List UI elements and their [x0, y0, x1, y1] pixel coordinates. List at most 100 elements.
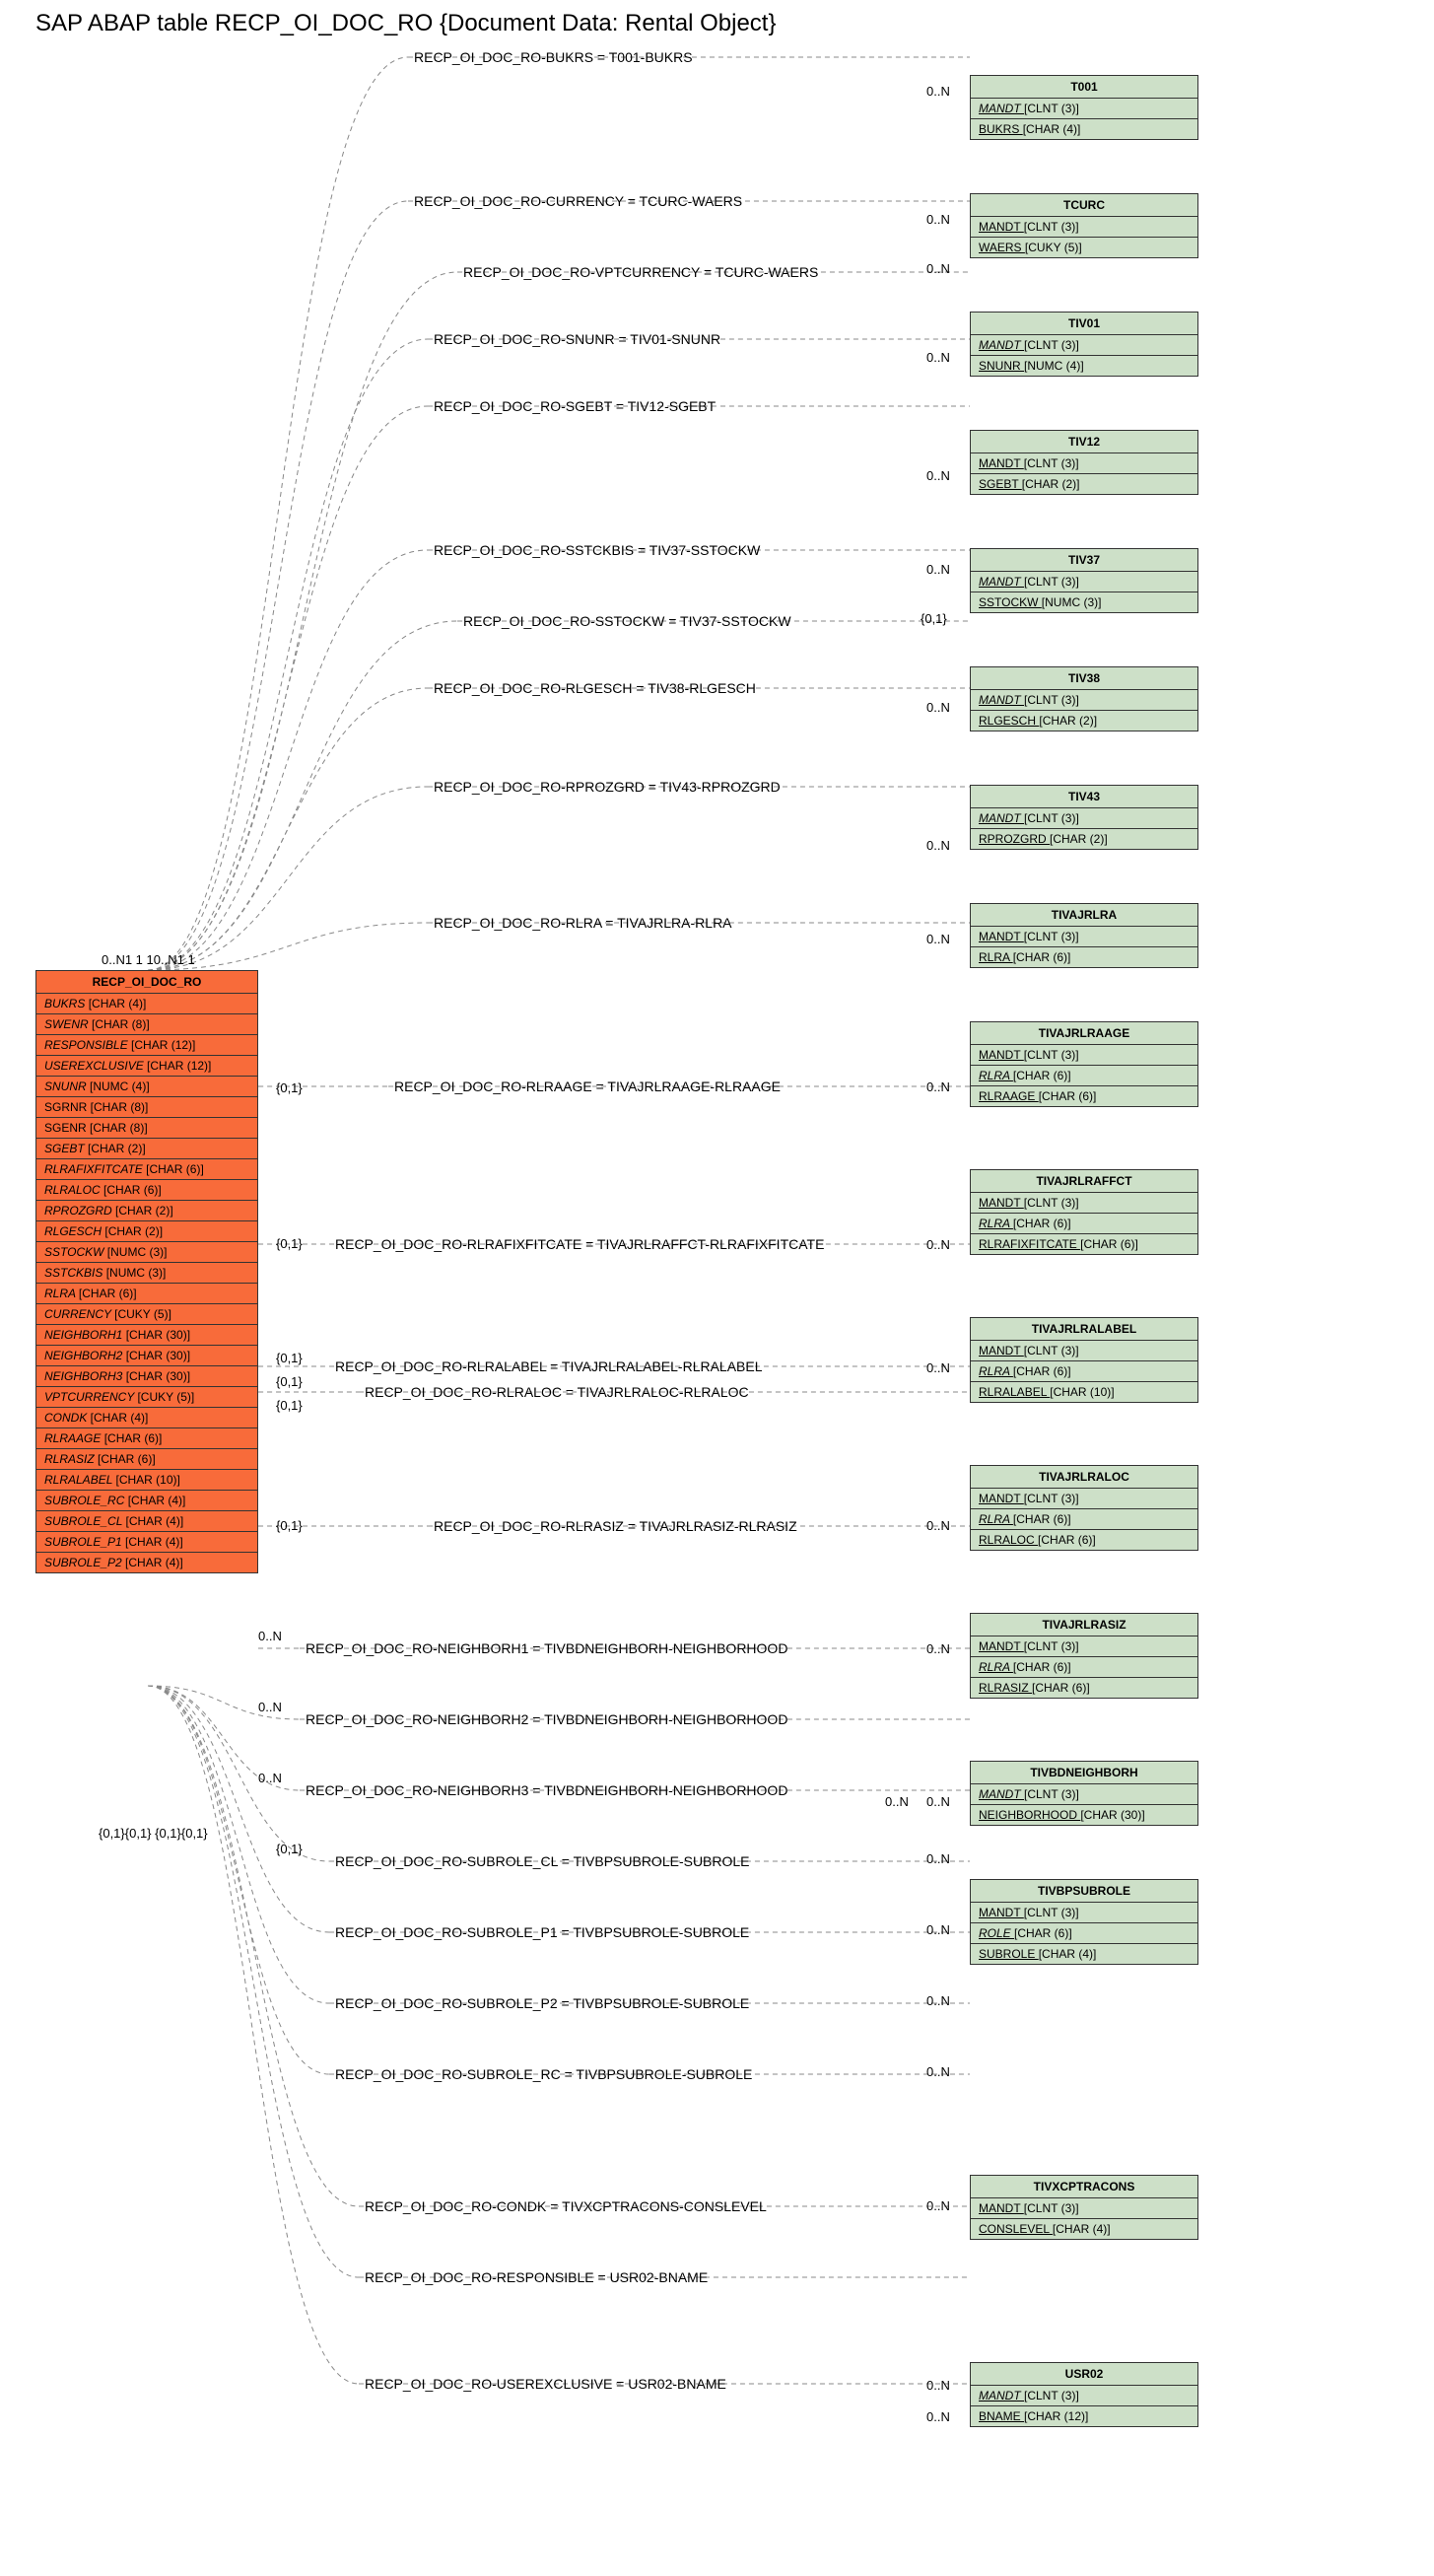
entity-header: USR02	[971, 2363, 1197, 2386]
relation-label: RECP_OI_DOC_RO-SUBROLE_CL = TIVBPSUBROLE…	[335, 1853, 750, 1869]
field-mandt: MANDT [CLNT (3)]	[971, 2198, 1197, 2219]
cardinality-label: 0..N	[926, 562, 950, 577]
cardinality-label: 0..N	[926, 1794, 950, 1809]
relation-label: RECP_OI_DOC_RO-RLRASIZ = TIVAJRLRASIZ-RL…	[434, 1518, 797, 1534]
relation-label: RECP_OI_DOC_RO-SSTOCKW = TIV37-SSTOCKW	[463, 613, 791, 629]
field-conslevel: CONSLEVEL [CHAR (4)]	[971, 2219, 1197, 2239]
field-neighborhood: NEIGHBORHOOD [CHAR (30)]	[971, 1805, 1197, 1825]
field-rlgesch: RLGESCH [CHAR (2)]	[36, 1221, 257, 1242]
entity-tivxcptracons: TIVXCPTRACONSMANDT [CLNT (3)]CONSLEVEL […	[970, 2175, 1198, 2240]
field-mandt: MANDT [CLNT (3)]	[971, 1784, 1197, 1805]
relation-label: RECP_OI_DOC_RO-RLRA = TIVAJRLRA-RLRA	[434, 915, 732, 931]
field-mandt: MANDT [CLNT (3)]	[971, 1193, 1197, 1214]
relation-label: RECP_OI_DOC_RO-RLRAAGE = TIVAJRLRAAGE-RL…	[394, 1079, 781, 1094]
field-mandt: MANDT [CLNT (3)]	[971, 572, 1197, 592]
field-rlraage: RLRAAGE [CHAR (6)]	[36, 1428, 257, 1449]
entity-header: TIV38	[971, 667, 1197, 690]
relation-label: RECP_OI_DOC_RO-RLRALABEL = TIVAJRLRALABE…	[335, 1358, 763, 1374]
field-mandt: MANDT [CLNT (3)]	[971, 1489, 1197, 1509]
field-rlra: RLRA [CHAR (6)]	[971, 1214, 1197, 1234]
entity-header: TIV37	[971, 549, 1197, 572]
relation-label: RECP_OI_DOC_RO-NEIGHBORH2 = TIVBDNEIGHBO…	[306, 1711, 787, 1727]
entity-tiv38: TIV38MANDT [CLNT (3)]RLGESCH [CHAR (2)]	[970, 666, 1198, 731]
field-mandt: MANDT [CLNT (3)]	[971, 335, 1197, 356]
field-mandt: MANDT [CLNT (3)]	[971, 927, 1197, 947]
relation-label: RECP_OI_DOC_RO-BUKRS = T001-BUKRS	[414, 49, 693, 65]
entity-header: TIVAJRLRALOC	[971, 1466, 1197, 1489]
diagram-title: SAP ABAP table RECP_OI_DOC_RO {Document …	[35, 10, 777, 37]
field-rprozgrd: RPROZGRD [CHAR (2)]	[36, 1201, 257, 1221]
field-rlrasiz: RLRASIZ [CHAR (6)]	[971, 1678, 1197, 1698]
cardinality-label: 0..N	[926, 1851, 950, 1866]
entity-tivajrlraffct: TIVAJRLRAFFCTMANDT [CLNT (3)]RLRA [CHAR …	[970, 1169, 1198, 1255]
entity-header: TIVBDNEIGHBORH	[971, 1762, 1197, 1784]
field-mandt: MANDT [CLNT (3)]	[971, 1045, 1197, 1066]
field-rlrafixfitcate: RLRAFIXFITCATE [CHAR (6)]	[971, 1234, 1197, 1254]
cardinality-label: 0..N	[885, 1794, 909, 1809]
entity-header: TIV12	[971, 431, 1197, 453]
relation-label: RECP_OI_DOC_RO-SUBROLE_P2 = TIVBPSUBROLE…	[335, 1995, 749, 2011]
entity-tivajrlra: TIVAJRLRAMANDT [CLNT (3)]RLRA [CHAR (6)]	[970, 903, 1198, 968]
cardinality-label: 0..N	[926, 84, 950, 99]
cardinality-label: 0..N	[926, 2198, 950, 2213]
cardinality-label: 0..N	[926, 1518, 950, 1533]
field-subrole_p2: SUBROLE_P2 [CHAR (4)]	[36, 1553, 257, 1572]
entity-header: TIVAJRLRAAGE	[971, 1022, 1197, 1045]
entity-tivbdneighborh: TIVBDNEIGHBORHMANDT [CLNT (3)]NEIGHBORHO…	[970, 1761, 1198, 1826]
entity-tivbpsubrole: TIVBPSUBROLEMANDT [CLNT (3)]ROLE [CHAR (…	[970, 1879, 1198, 1965]
field-rlra: RLRA [CHAR (6)]	[971, 1657, 1197, 1678]
entity-header: TCURC	[971, 194, 1197, 217]
cardinality-label: 0..N	[926, 350, 950, 365]
field-mandt: MANDT [CLNT (3)]	[971, 1903, 1197, 1923]
entity-header: TIVAJRLRAFFCT	[971, 1170, 1197, 1193]
cardinality-label: 0..N	[926, 2064, 950, 2079]
field-rlrasiz: RLRASIZ [CHAR (6)]	[36, 1449, 257, 1470]
cardinality-label: {0,1}	[276, 1398, 303, 1413]
cardinality-label: {0,1}	[276, 1236, 303, 1251]
cardinality-label: 0..N	[926, 2409, 950, 2424]
cardinality-label: 0..N	[926, 1237, 950, 1252]
entity-tivajrlraloc: TIVAJRLRALOCMANDT [CLNT (3)]RLRA [CHAR (…	[970, 1465, 1198, 1551]
entity-tivajrlraage: TIVAJRLRAAGEMANDT [CLNT (3)]RLRA [CHAR (…	[970, 1021, 1198, 1107]
cardinality-label: 0..N	[926, 468, 950, 483]
relation-label: RECP_OI_DOC_RO-SUBROLE_RC = TIVBPSUBROLE…	[335, 2066, 752, 2082]
field-neighborh2: NEIGHBORH2 [CHAR (30)]	[36, 1346, 257, 1366]
entity-tivajrlralabel: TIVAJRLRALABELMANDT [CLNT (3)]RLRA [CHAR…	[970, 1317, 1198, 1403]
field-bname: BNAME [CHAR (12)]	[971, 2406, 1197, 2426]
field-sgebt: SGEBT [CHAR (2)]	[36, 1139, 257, 1159]
relation-label: RECP_OI_DOC_RO-RLGESCH = TIV38-RLGESCH	[434, 680, 756, 696]
cardinality-label: {0,1}	[276, 1080, 303, 1095]
field-mandt: MANDT [CLNT (3)]	[971, 217, 1197, 238]
field-role: ROLE [CHAR (6)]	[971, 1923, 1197, 1944]
field-subrole: SUBROLE [CHAR (4)]	[971, 1944, 1197, 1964]
field-sstckbis: SSTCKBIS [NUMC (3)]	[36, 1263, 257, 1284]
field-mandt: MANDT [CLNT (3)]	[971, 2386, 1197, 2406]
field-rlralabel: RLRALABEL [CHAR (10)]	[971, 1382, 1197, 1402]
entity-header: TIVBPSUBROLE	[971, 1880, 1197, 1903]
entity-tiv43: TIV43MANDT [CLNT (3)]RPROZGRD [CHAR (2)]	[970, 785, 1198, 850]
relation-label: RECP_OI_DOC_RO-VPTCURRENCY = TCURC-WAERS	[463, 264, 818, 280]
field-vptcurrency: VPTCURRENCY [CUKY (5)]	[36, 1387, 257, 1408]
relation-label: RECP_OI_DOC_RO-RESPONSIBLE = USR02-BNAME	[365, 2269, 708, 2285]
field-rprozgrd: RPROZGRD [CHAR (2)]	[971, 829, 1197, 849]
field-bukrs: BUKRS [CHAR (4)]	[971, 119, 1197, 139]
cardinality-label: {0,1}{0,1} {0,1}{0,1}	[99, 1826, 208, 1841]
cardinality-label: {0,1}	[276, 1374, 303, 1389]
cardinality-label: 0..N	[926, 932, 950, 946]
entity-recp-oi-doc-ro: RECP_OI_DOC_RO BUKRS [CHAR (4)]SWENR [CH…	[35, 970, 258, 1573]
field-sstockw: SSTOCKW [NUMC (3)]	[36, 1242, 257, 1263]
field-rlra: RLRA [CHAR (6)]	[971, 1066, 1197, 1086]
field-waers: WAERS [CUKY (5)]	[971, 238, 1197, 257]
relation-label: RECP_OI_DOC_RO-RLRALOC = TIVAJRLRALOC-RL…	[365, 1384, 749, 1400]
relation-label: RECP_OI_DOC_RO-USEREXCLUSIVE = USR02-BNA…	[365, 2376, 726, 2392]
entity-tiv01: TIV01MANDT [CLNT (3)]SNUNR [NUMC (4)]	[970, 312, 1198, 377]
field-userexclusive: USEREXCLUSIVE [CHAR (12)]	[36, 1056, 257, 1077]
cardinality-label: 0..N	[926, 2378, 950, 2393]
relation-label: RECP_OI_DOC_RO-CURRENCY = TCURC-WAERS	[414, 193, 742, 209]
field-sstockw: SSTOCKW [NUMC (3)]	[971, 592, 1197, 612]
field-rlraloc: RLRALOC [CHAR (6)]	[971, 1530, 1197, 1550]
relation-label: RECP_OI_DOC_RO-RLRAFIXFITCATE = TIVAJRLR…	[335, 1236, 824, 1252]
field-rlrafixfitcate: RLRAFIXFITCATE [CHAR (6)]	[36, 1159, 257, 1180]
cardinality-label: 0..N	[926, 1641, 950, 1656]
relation-label: RECP_OI_DOC_RO-SUBROLE_P1 = TIVBPSUBROLE…	[335, 1924, 749, 1940]
